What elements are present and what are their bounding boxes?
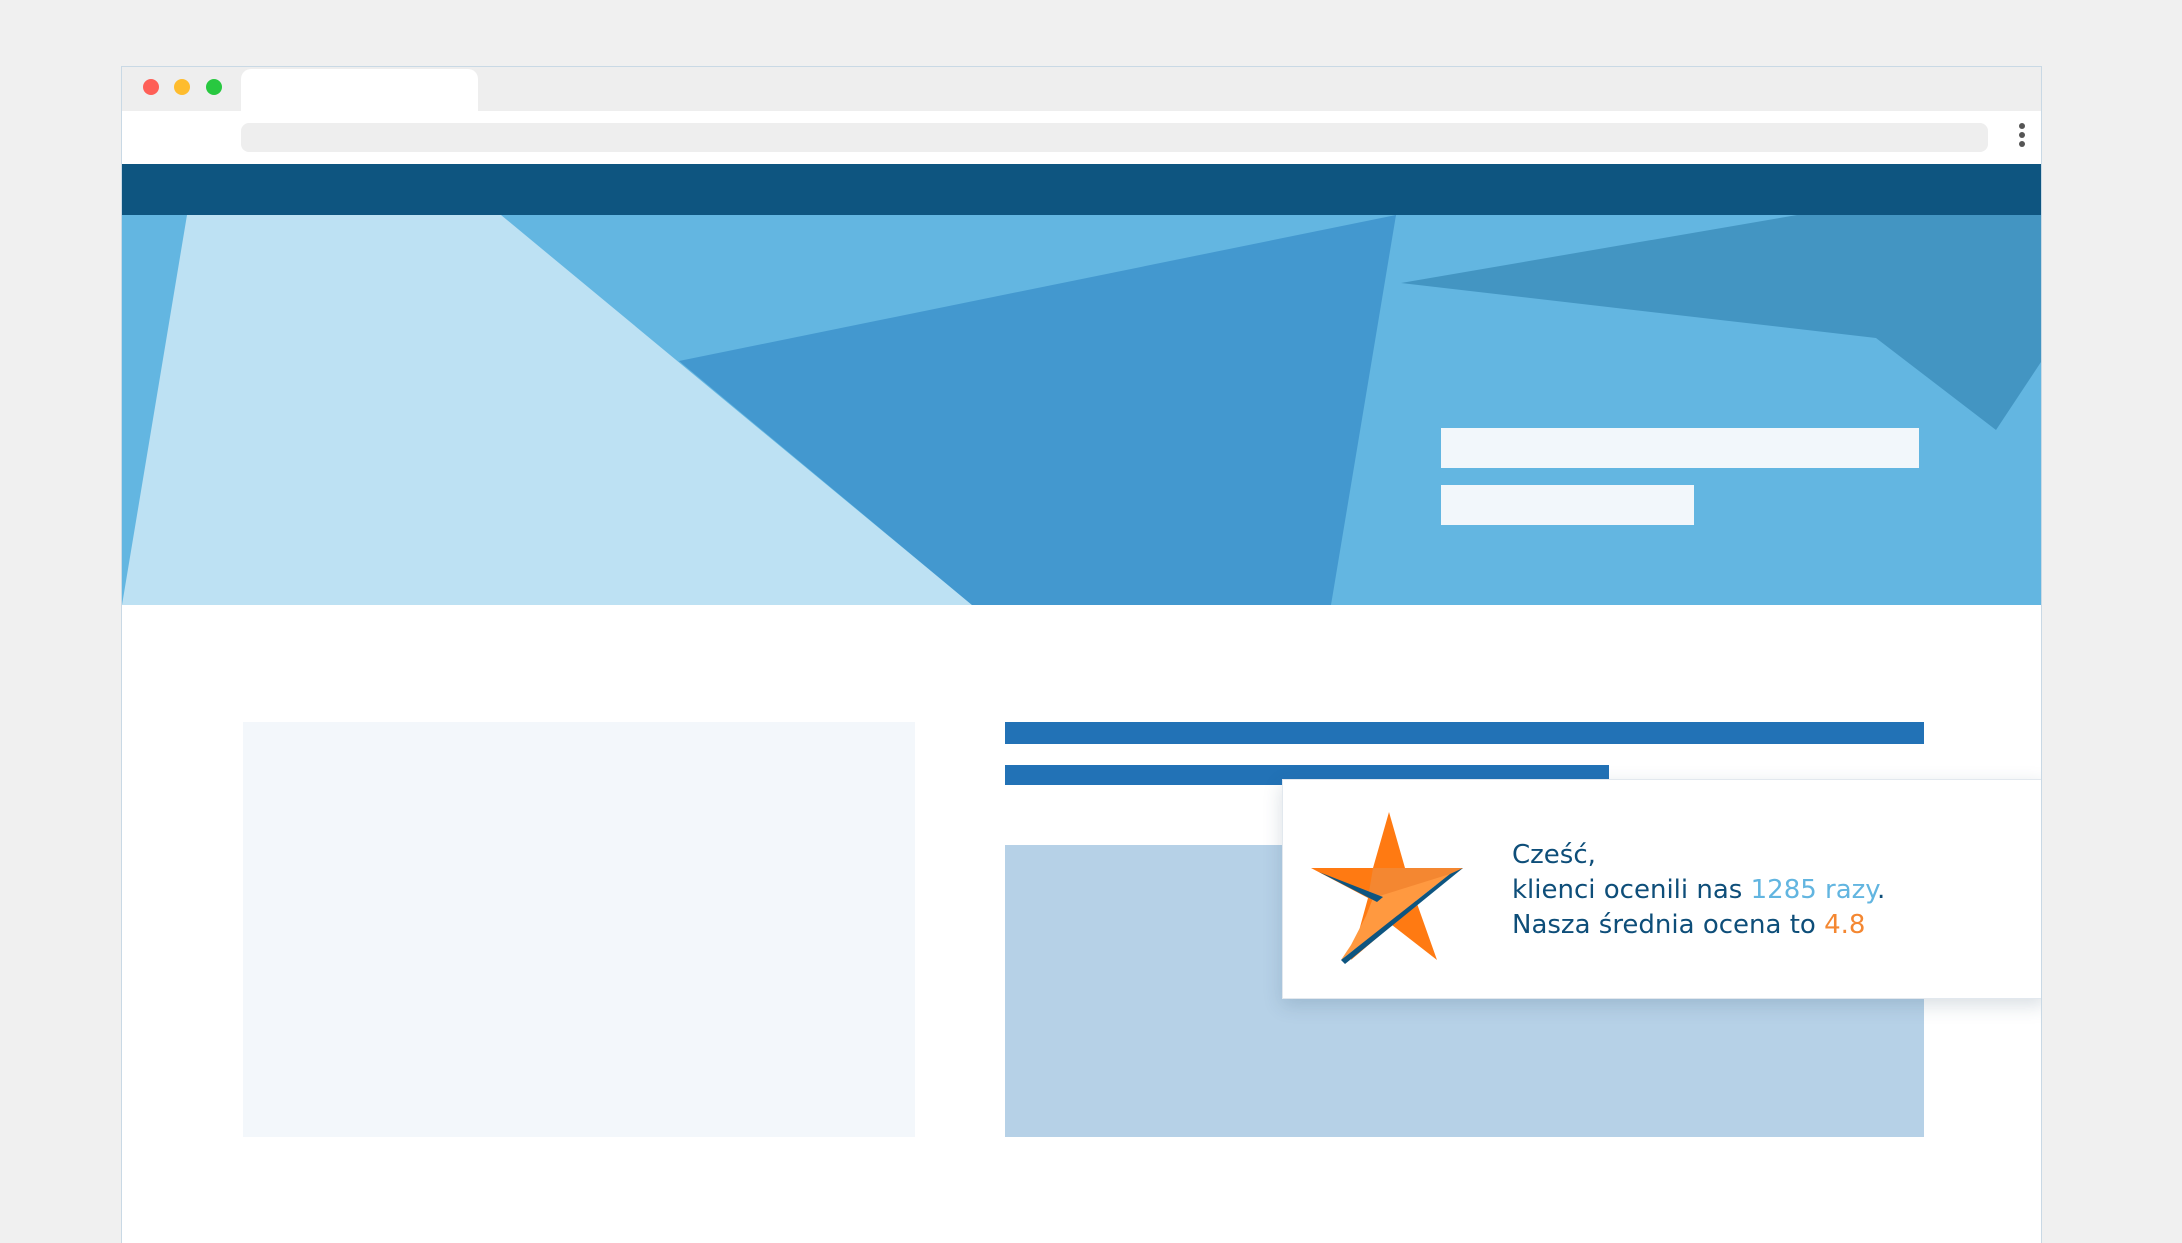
minimize-window-button[interactable]: [174, 79, 190, 95]
close-window-button[interactable]: [143, 79, 159, 95]
site-navbar: [122, 164, 2041, 215]
hero-subtitle-placeholder: [1441, 485, 1694, 525]
greeting-text: Cześć,: [1512, 840, 1596, 870]
address-bar[interactable]: [241, 123, 1988, 152]
browser-tab[interactable]: [241, 69, 478, 111]
content-heading-placeholder: [1005, 722, 1924, 744]
web-page: Cześć, klienci ocenili nas 1285 razy. Na…: [122, 164, 2041, 1243]
average-rating: 4.8: [1824, 910, 1866, 940]
maximize-window-button[interactable]: [206, 79, 222, 95]
hero-title-placeholder: [1441, 428, 1919, 468]
browser-menu-icon[interactable]: [2018, 123, 2026, 153]
rating-message: Cześć, klienci ocenili nas 1285 razy. Na…: [1512, 838, 1885, 943]
content-image-placeholder: [243, 722, 915, 1137]
average-rating-line: Nasza średnia ocena to 4.8: [1512, 910, 1866, 940]
browser-toolbar: [122, 111, 2041, 164]
rating-count: 1285 razy: [1750, 875, 1877, 905]
hero-background: [122, 215, 2041, 605]
browser-tab-bar: [122, 67, 2041, 111]
browser-window: Cześć, klienci ocenili nas 1285 razy. Na…: [121, 66, 2042, 1243]
star-logo-icon: [1311, 812, 1463, 964]
rating-count-line: klienci ocenili nas 1285 razy.: [1512, 875, 1886, 905]
rating-widget[interactable]: Cześć, klienci ocenili nas 1285 razy. Na…: [1282, 779, 2041, 999]
hero-banner: [122, 215, 2041, 605]
